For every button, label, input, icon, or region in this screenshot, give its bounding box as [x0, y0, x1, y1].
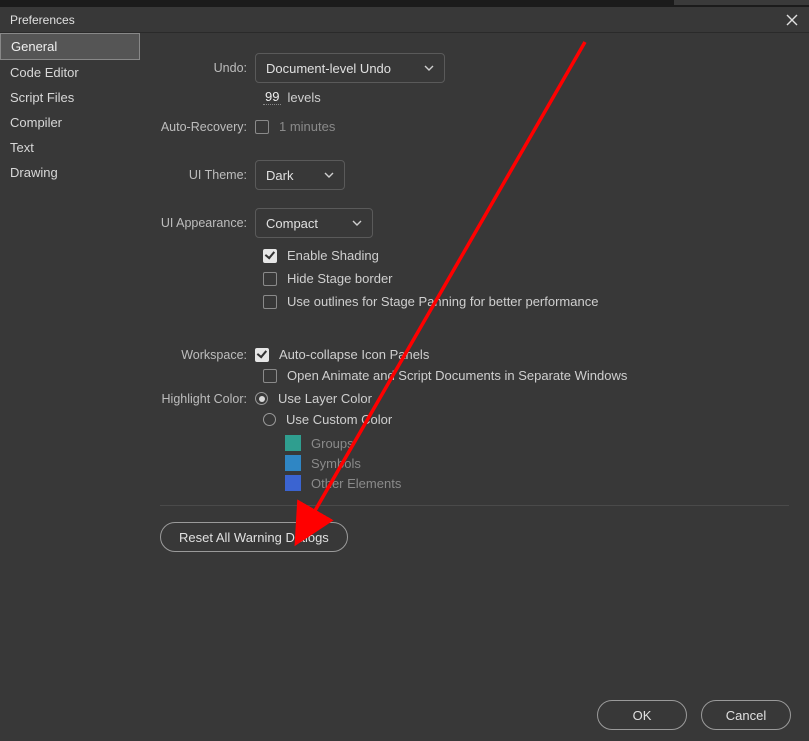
- other-elements-swatch-label: Other Elements: [311, 476, 401, 491]
- ui-appearance-select[interactable]: Compact: [255, 208, 373, 238]
- undo-levels-label: levels: [287, 90, 320, 105]
- auto-collapse-label: Auto-collapse Icon Panels: [279, 347, 429, 362]
- dialog-footer: OK Cancel: [0, 688, 809, 741]
- chevron-down-icon: [324, 172, 334, 178]
- use-layer-color-label: Use Layer Color: [278, 391, 372, 406]
- auto-recovery-value: 1 minutes: [279, 119, 335, 134]
- titlebar: Preferences: [0, 7, 809, 33]
- sidebar-item-general[interactable]: General: [0, 33, 140, 60]
- reset-warnings-button[interactable]: Reset All Warning Dialogs: [160, 522, 348, 552]
- use-custom-color-radio[interactable]: [263, 413, 276, 426]
- close-icon[interactable]: [785, 13, 799, 27]
- use-outlines-checkbox[interactable]: [263, 295, 277, 309]
- main-panel: Undo: Document-level Undo 99 levels Auto…: [140, 33, 809, 688]
- enable-shading-label: Enable Shading: [287, 248, 379, 263]
- auto-recovery-label: Auto-Recovery:: [160, 120, 255, 134]
- undo-label: Undo:: [160, 61, 255, 75]
- groups-swatch-label: Groups: [311, 436, 354, 451]
- use-outlines-label: Use outlines for Stage Panning for bette…: [287, 294, 598, 309]
- ui-theme-select[interactable]: Dark: [255, 160, 345, 190]
- use-layer-color-radio[interactable]: [255, 392, 268, 405]
- ui-theme-label: UI Theme:: [160, 168, 255, 182]
- chevron-down-icon: [352, 220, 362, 226]
- ui-appearance-label: UI Appearance:: [160, 216, 255, 230]
- sidebar-item-script-files[interactable]: Script Files: [0, 85, 140, 110]
- separate-windows-label: Open Animate and Script Documents in Sep…: [287, 368, 627, 383]
- undo-select[interactable]: Document-level Undo: [255, 53, 445, 83]
- sidebar: General Code Editor Script Files Compile…: [0, 33, 140, 688]
- use-custom-color-label: Use Custom Color: [286, 412, 392, 427]
- enable-shading-checkbox[interactable]: [263, 249, 277, 263]
- symbols-swatch-label: Symbols: [311, 456, 361, 471]
- sidebar-item-text[interactable]: Text: [0, 135, 140, 160]
- separate-windows-checkbox[interactable]: [263, 369, 277, 383]
- highlight-color-label: Highlight Color:: [160, 392, 255, 406]
- sidebar-item-drawing[interactable]: Drawing: [0, 160, 140, 185]
- undo-levels-value[interactable]: 99: [263, 89, 281, 105]
- workspace-label: Workspace:: [160, 348, 255, 362]
- ok-button[interactable]: OK: [597, 700, 687, 730]
- symbols-swatch[interactable]: [285, 455, 301, 471]
- separator: [160, 505, 789, 506]
- window-title: Preferences: [10, 13, 75, 27]
- auto-recovery-checkbox[interactable]: [255, 120, 269, 134]
- sidebar-item-code-editor[interactable]: Code Editor: [0, 60, 140, 85]
- auto-collapse-checkbox[interactable]: [255, 348, 269, 362]
- sidebar-item-compiler[interactable]: Compiler: [0, 110, 140, 135]
- chevron-down-icon: [424, 65, 434, 71]
- other-elements-swatch[interactable]: [285, 475, 301, 491]
- cancel-button[interactable]: Cancel: [701, 700, 791, 730]
- hide-stage-border-label: Hide Stage border: [287, 271, 393, 286]
- hide-stage-border-checkbox[interactable]: [263, 272, 277, 286]
- groups-swatch[interactable]: [285, 435, 301, 451]
